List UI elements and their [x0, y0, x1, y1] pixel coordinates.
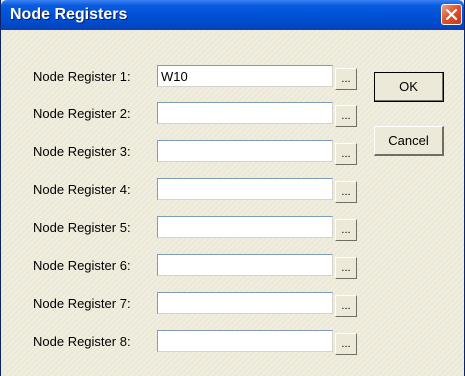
register-row-7: Node Register 7: ...	[1, 292, 464, 318]
close-button[interactable]	[441, 4, 462, 25]
register-input-2[interactable]	[157, 102, 333, 124]
register-label-1: Node Register 1:	[33, 69, 131, 84]
register-row-6: Node Register 6: ...	[1, 254, 464, 280]
register-row-8: Node Register 8: ...	[1, 330, 464, 356]
dialog-client-area: Node Register 1: ... Node Register 2: ..…	[1, 30, 464, 376]
node-registers-dialog: Node Registers Node Register 1: ... Node…	[0, 0, 465, 376]
register-input-4[interactable]	[157, 178, 333, 200]
register-label-2: Node Register 2:	[33, 106, 131, 121]
register-label-7: Node Register 7:	[33, 296, 131, 311]
register-input-1[interactable]	[157, 65, 333, 87]
register-browse-button-8[interactable]: ...	[335, 333, 357, 355]
register-input-8[interactable]	[157, 330, 333, 352]
register-browse-button-1[interactable]: ...	[335, 68, 357, 90]
register-label-5: Node Register 5:	[33, 220, 131, 235]
register-label-3: Node Register 3:	[33, 144, 131, 159]
register-label-4: Node Register 4:	[33, 182, 131, 197]
register-input-6[interactable]	[157, 254, 333, 276]
register-label-8: Node Register 8:	[33, 334, 131, 349]
register-browse-button-3[interactable]: ...	[335, 143, 357, 165]
ok-button[interactable]: OK	[374, 72, 444, 102]
register-input-7[interactable]	[157, 292, 333, 314]
register-browse-button-5[interactable]: ...	[335, 219, 357, 241]
register-row-4: Node Register 4: ...	[1, 178, 464, 204]
register-browse-button-4[interactable]: ...	[335, 181, 357, 203]
register-browse-button-2[interactable]: ...	[335, 105, 357, 127]
register-input-3[interactable]	[157, 140, 333, 162]
register-row-5: Node Register 5: ...	[1, 216, 464, 242]
cancel-button[interactable]: Cancel	[374, 126, 444, 156]
register-browse-button-6[interactable]: ...	[335, 257, 357, 279]
register-browse-button-7[interactable]: ...	[335, 295, 357, 317]
close-icon	[446, 9, 457, 20]
register-label-6: Node Register 6:	[33, 258, 131, 273]
title-bar[interactable]: Node Registers	[1, 0, 464, 30]
register-input-5[interactable]	[157, 216, 333, 238]
register-row-2: Node Register 2: ...	[1, 102, 464, 128]
dialog-title: Node Registers	[10, 6, 128, 23]
